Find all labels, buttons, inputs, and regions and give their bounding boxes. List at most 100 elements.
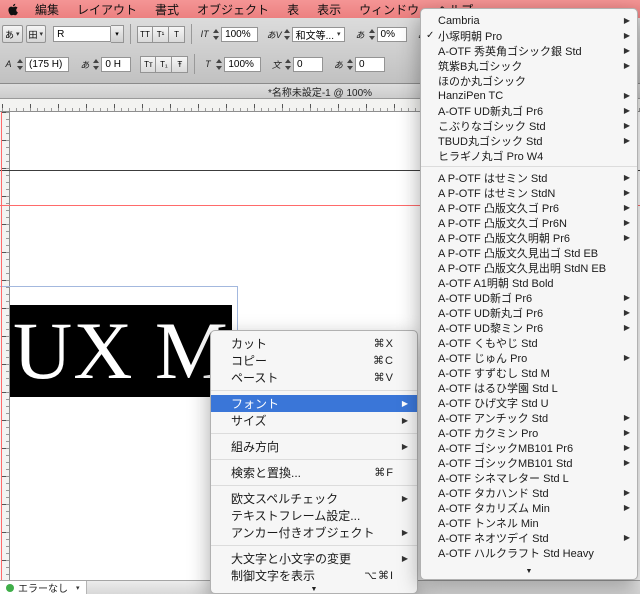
font-menu-item[interactable]: A P-OTF はせミン Std ▶ <box>421 170 637 185</box>
format-button[interactable]: TT <box>137 26 153 43</box>
menu-bar-item[interactable]: レイアウト <box>68 0 146 18</box>
font-menu-item[interactable]: A-OTF タカハンド Std ▶ <box>421 485 637 500</box>
field-input[interactable]: (175 H) <box>25 57 69 72</box>
menu-scroll-down-icon[interactable]: ▼ <box>211 584 417 594</box>
font-menu-item[interactable]: A P-OTF 凸版文久ゴ Pr6N ▶ <box>421 215 637 230</box>
font-menu-item[interactable]: A-OTF くもやじ Std <box>421 335 637 350</box>
font-menu-item[interactable]: A-OTF ネオツデイ Std ▶ <box>421 530 637 545</box>
font-menu-item[interactable]: A-OTF ひげ文字 Std U <box>421 395 637 410</box>
menu-item-right: ▶ <box>618 293 630 302</box>
panel-menu-button[interactable]: 田 ▾ <box>26 25 47 43</box>
field-input[interactable]: 100% <box>221 27 258 42</box>
menu-bar-item[interactable]: 書式 <box>146 0 188 18</box>
dropdown-arrow-icon[interactable]: ▾ <box>76 584 80 592</box>
menu-bar-item[interactable]: ウィンドウ <box>350 0 428 18</box>
format-button[interactable]: T <box>169 26 185 43</box>
format-button[interactable]: Ŧ <box>172 56 188 73</box>
font-menu-item[interactable]: A-OTF 秀英角ゴシック銀 Std ▶ <box>421 43 637 58</box>
font-menu-item[interactable]: A-OTF カクミン Pro ▶ <box>421 425 637 440</box>
font-menu-item[interactable]: A-OTF アンチック Std ▶ <box>421 410 637 425</box>
stepper-control[interactable] <box>212 29 220 40</box>
format-button[interactable]: Tт <box>140 56 156 73</box>
stepper-control[interactable] <box>346 59 354 70</box>
font-menu-item[interactable]: ヒラギノ丸ゴ Pro W4 <box>421 148 637 163</box>
font-menu-item[interactable]: A-OTF ゴシックMB101 Std ▶ <box>421 455 637 470</box>
apple-menu[interactable] <box>0 2 26 17</box>
menu-item-right: ▶ <box>618 31 630 40</box>
menu-item-right: ▶ <box>618 16 630 25</box>
font-menu-item[interactable]: ほのか丸ゴシック <box>421 73 637 88</box>
font-menu-item[interactable]: A-OTF はるひ学園 Std L <box>421 380 637 395</box>
font-menu-item[interactable]: A P-OTF 凸版文久明朝 Pr6 ▶ <box>421 230 637 245</box>
context-menu-item[interactable]: 検索と置換... ⌘F <box>211 464 417 481</box>
submenu-arrow-icon: ▶ <box>622 203 630 212</box>
field-input[interactable]: 0% <box>377 27 407 42</box>
font-menu-item[interactable]: A-OTF じゅん Pro ▶ <box>421 350 637 365</box>
font-menu-item[interactable]: A-OTF A1明朝 Std Bold <box>421 275 637 290</box>
context-menu-item[interactable]: 制御文字を表示 ⌥⌘I <box>211 567 417 584</box>
font-menu-item[interactable]: A-OTF すずむし Std M <box>421 365 637 380</box>
context-menu-item[interactable]: サイズ ▶ <box>211 412 417 429</box>
font-menu-item[interactable]: A-OTF ハルクラフト Std Heavy <box>421 545 637 560</box>
font-name-label: こぶりなゴシック Std <box>438 118 546 134</box>
font-menu-item[interactable]: A-OTF ゴシックMB101 Pr6 ▶ <box>421 440 637 455</box>
font-menu-item[interactable]: A-OTF UD新ゴ Pr6 ▶ <box>421 290 637 305</box>
font-menu-item[interactable]: A P-OTF はせミン StdN ▶ <box>421 185 637 200</box>
menu-scroll-down-icon[interactable]: ▼ <box>421 566 637 577</box>
font-menu-item[interactable]: こぶりなゴシック Std ▶ <box>421 118 637 133</box>
menu-bar-item[interactable]: 編集 <box>26 0 68 18</box>
stepper-control[interactable] <box>16 59 24 70</box>
field-input[interactable]: 0 <box>355 57 385 72</box>
font-menu-item[interactable]: TBUD丸ゴシック Std ▶ <box>421 133 637 148</box>
context-menu-item[interactable]: フォント ▶ <box>211 395 417 412</box>
font-name-label: ヒラギノ丸ゴ Pro W4 <box>438 148 543 164</box>
context-menu-item[interactable]: カット ⌘X <box>211 335 417 352</box>
stepper-control[interactable] <box>215 59 223 70</box>
stepper-control[interactable] <box>284 59 292 70</box>
field-input[interactable]: 0 <box>293 57 323 72</box>
font-menu-item[interactable]: A-OTF UD新丸ゴ Pr6 ▶ <box>421 305 637 320</box>
context-menu-item[interactable]: ペースト ⌘V <box>211 369 417 386</box>
font-menu-item[interactable]: ✓ 小塚明朝 Pro ▶ <box>421 28 637 43</box>
dropdown-arrow-icon[interactable]: ▾ <box>111 25 124 43</box>
font-style-combo[interactable]: R ▾ <box>53 26 124 42</box>
context-menu-item[interactable]: 大文字と小文字の変更 ▶ <box>211 550 417 567</box>
font-menu-item[interactable]: 筑紫B丸ゴシック ▶ <box>421 58 637 73</box>
context-menu-item[interactable]: 欧文スペルチェック ▶ <box>211 490 417 507</box>
page-edge-line-top <box>0 286 237 287</box>
panel-menu-button[interactable]: あ ▾ <box>2 25 23 43</box>
menu-bar-item[interactable]: 表 <box>278 0 308 18</box>
text-frame[interactable]: UX M <box>10 305 232 397</box>
font-menu-item[interactable]: Cambria ▶ <box>421 13 637 28</box>
format-button[interactable]: T₁ <box>156 56 172 73</box>
menu-item-right: ▶ <box>618 533 630 542</box>
menu-item-right: ▶ <box>394 442 408 451</box>
dropdown-arrow-icon[interactable]: ▾ <box>334 30 341 38</box>
font-menu-item[interactable]: A-OTF シネマレター Std L <box>421 470 637 485</box>
font-menu-item[interactable]: HanziPen TC ▶ <box>421 88 637 103</box>
menu-item-label: フォント <box>231 395 279 412</box>
font-menu-item[interactable]: A P-OTF 凸版文久ゴ Pr6 ▶ <box>421 200 637 215</box>
preflight-status[interactable]: エラーなし ▾ <box>0 581 87 594</box>
font-menu-item[interactable]: A-OTF タカリズム Min ▶ <box>421 500 637 515</box>
stepper-control[interactable] <box>92 59 100 70</box>
field-input[interactable]: 0 H <box>101 57 131 72</box>
context-menu-item[interactable]: アンカー付きオブジェクト ▶ <box>211 524 417 541</box>
font-menu-item[interactable]: A P-OTF 凸版文久見出明 StdN EB <box>421 260 637 275</box>
control-field: A (175 H) <box>2 57 69 72</box>
field-input[interactable]: 100% <box>224 57 261 72</box>
context-menu-item[interactable]: コピー ⌘C <box>211 352 417 369</box>
font-menu-item[interactable]: A-OTF トンネル Min <box>421 515 637 530</box>
menu-bar-item[interactable]: 表示 <box>308 0 350 18</box>
field-input[interactable]: 和文等...▾ <box>292 27 345 42</box>
font-menu-item[interactable]: A-OTF UD黎ミン Pr6 ▶ <box>421 320 637 335</box>
context-menu-item[interactable]: 組み方向 ▶ <box>211 438 417 455</box>
menu-bar-item[interactable]: オブジェクト <box>188 0 278 18</box>
context-menu-item[interactable]: テキストフレーム設定... <box>211 507 417 524</box>
format-button[interactable]: T¹ <box>153 26 169 43</box>
font-menu-item[interactable]: A-OTF UD新丸ゴ Pr6 ▶ <box>421 103 637 118</box>
stepper-control[interactable] <box>368 29 376 40</box>
menu-item-right: ▶ <box>394 399 408 408</box>
stepper-control[interactable] <box>283 29 291 40</box>
font-menu-item[interactable]: A P-OTF 凸版文久見出ゴ Std EB <box>421 245 637 260</box>
